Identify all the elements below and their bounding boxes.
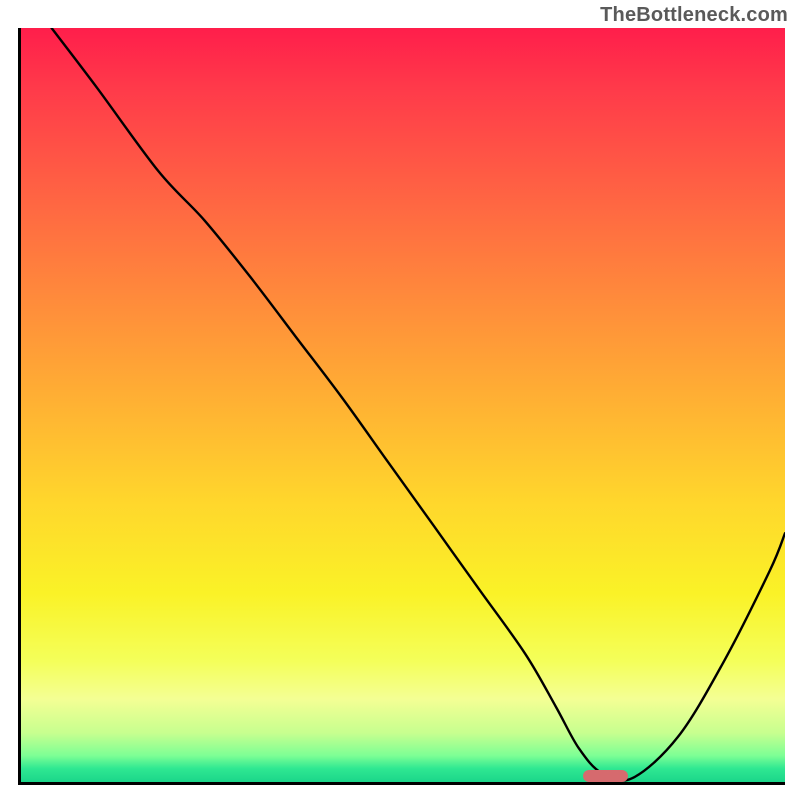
optimal-marker [583, 770, 629, 782]
watermark-text: TheBottleneck.com [600, 4, 788, 27]
chart-area [18, 28, 785, 785]
bottleneck-curve [21, 28, 785, 782]
